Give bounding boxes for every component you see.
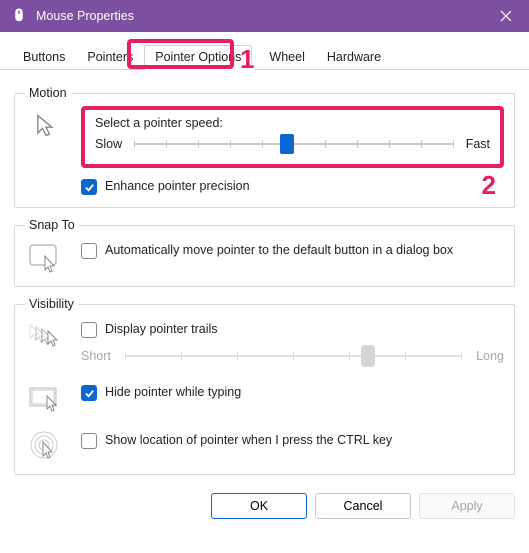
pointer-trails-slider bbox=[125, 346, 462, 366]
apply-button: Apply bbox=[419, 493, 515, 519]
tab-buttons[interactable]: Buttons bbox=[12, 45, 76, 70]
pointer-trails-icon bbox=[25, 319, 67, 351]
group-motion-legend: Motion bbox=[25, 86, 71, 100]
ctrl-locate-icon bbox=[25, 426, 67, 462]
pointer-icon bbox=[25, 108, 67, 140]
tab-content: Motion Select a pointer speed: Slow Fast bbox=[0, 70, 529, 487]
long-label: Long bbox=[476, 349, 504, 363]
tab-strip: Buttons Pointers Pointer Options Wheel H… bbox=[0, 32, 529, 70]
group-snap-to: Snap To Automatically move pointer to th… bbox=[14, 218, 515, 287]
close-button[interactable] bbox=[483, 0, 529, 32]
hide-pointer-icon bbox=[25, 380, 67, 412]
hide-pointer-label: Hide pointer while typing bbox=[105, 384, 241, 401]
dialog-buttons: OK Cancel Apply bbox=[0, 487, 529, 531]
cancel-button[interactable]: Cancel bbox=[315, 493, 411, 519]
snap-to-checkbox[interactable] bbox=[81, 243, 97, 259]
group-visibility-legend: Visibility bbox=[25, 297, 78, 311]
snap-to-label: Automatically move pointer to the defaul… bbox=[105, 242, 453, 259]
enhance-precision-checkbox[interactable] bbox=[81, 179, 97, 195]
ctrl-locate-label: Show location of pointer when I press th… bbox=[105, 432, 392, 449]
ctrl-locate-checkbox[interactable] bbox=[81, 433, 97, 449]
enhance-precision-label: Enhance pointer precision bbox=[105, 178, 250, 195]
fast-label: Fast bbox=[466, 137, 490, 151]
annotation-highlight-speed: Select a pointer speed: Slow Fast bbox=[81, 106, 504, 168]
group-snap-to-legend: Snap To bbox=[25, 218, 79, 232]
tab-pointers[interactable]: Pointers bbox=[76, 45, 144, 70]
pointer-speed-label: Select a pointer speed: bbox=[95, 116, 490, 130]
tab-wheel[interactable]: Wheel bbox=[258, 45, 315, 70]
mouse-icon bbox=[10, 7, 28, 25]
tab-hardware[interactable]: Hardware bbox=[316, 45, 392, 70]
window-title: Mouse Properties bbox=[36, 9, 483, 23]
slow-label: Slow bbox=[95, 137, 122, 151]
group-visibility: Visibility Display pointer trails Short bbox=[14, 297, 515, 475]
ok-button[interactable]: OK bbox=[211, 493, 307, 519]
group-motion: Motion Select a pointer speed: Slow Fast bbox=[14, 86, 515, 208]
short-label: Short bbox=[81, 349, 111, 363]
title-bar: Mouse Properties bbox=[0, 0, 529, 32]
pointer-trails-checkbox[interactable] bbox=[81, 322, 97, 338]
pointer-speed-slider[interactable] bbox=[134, 134, 454, 154]
hide-pointer-checkbox[interactable] bbox=[81, 385, 97, 401]
snap-to-icon bbox=[25, 240, 67, 274]
tab-pointer-options[interactable]: Pointer Options bbox=[144, 45, 252, 70]
pointer-trails-label: Display pointer trails bbox=[105, 321, 218, 338]
